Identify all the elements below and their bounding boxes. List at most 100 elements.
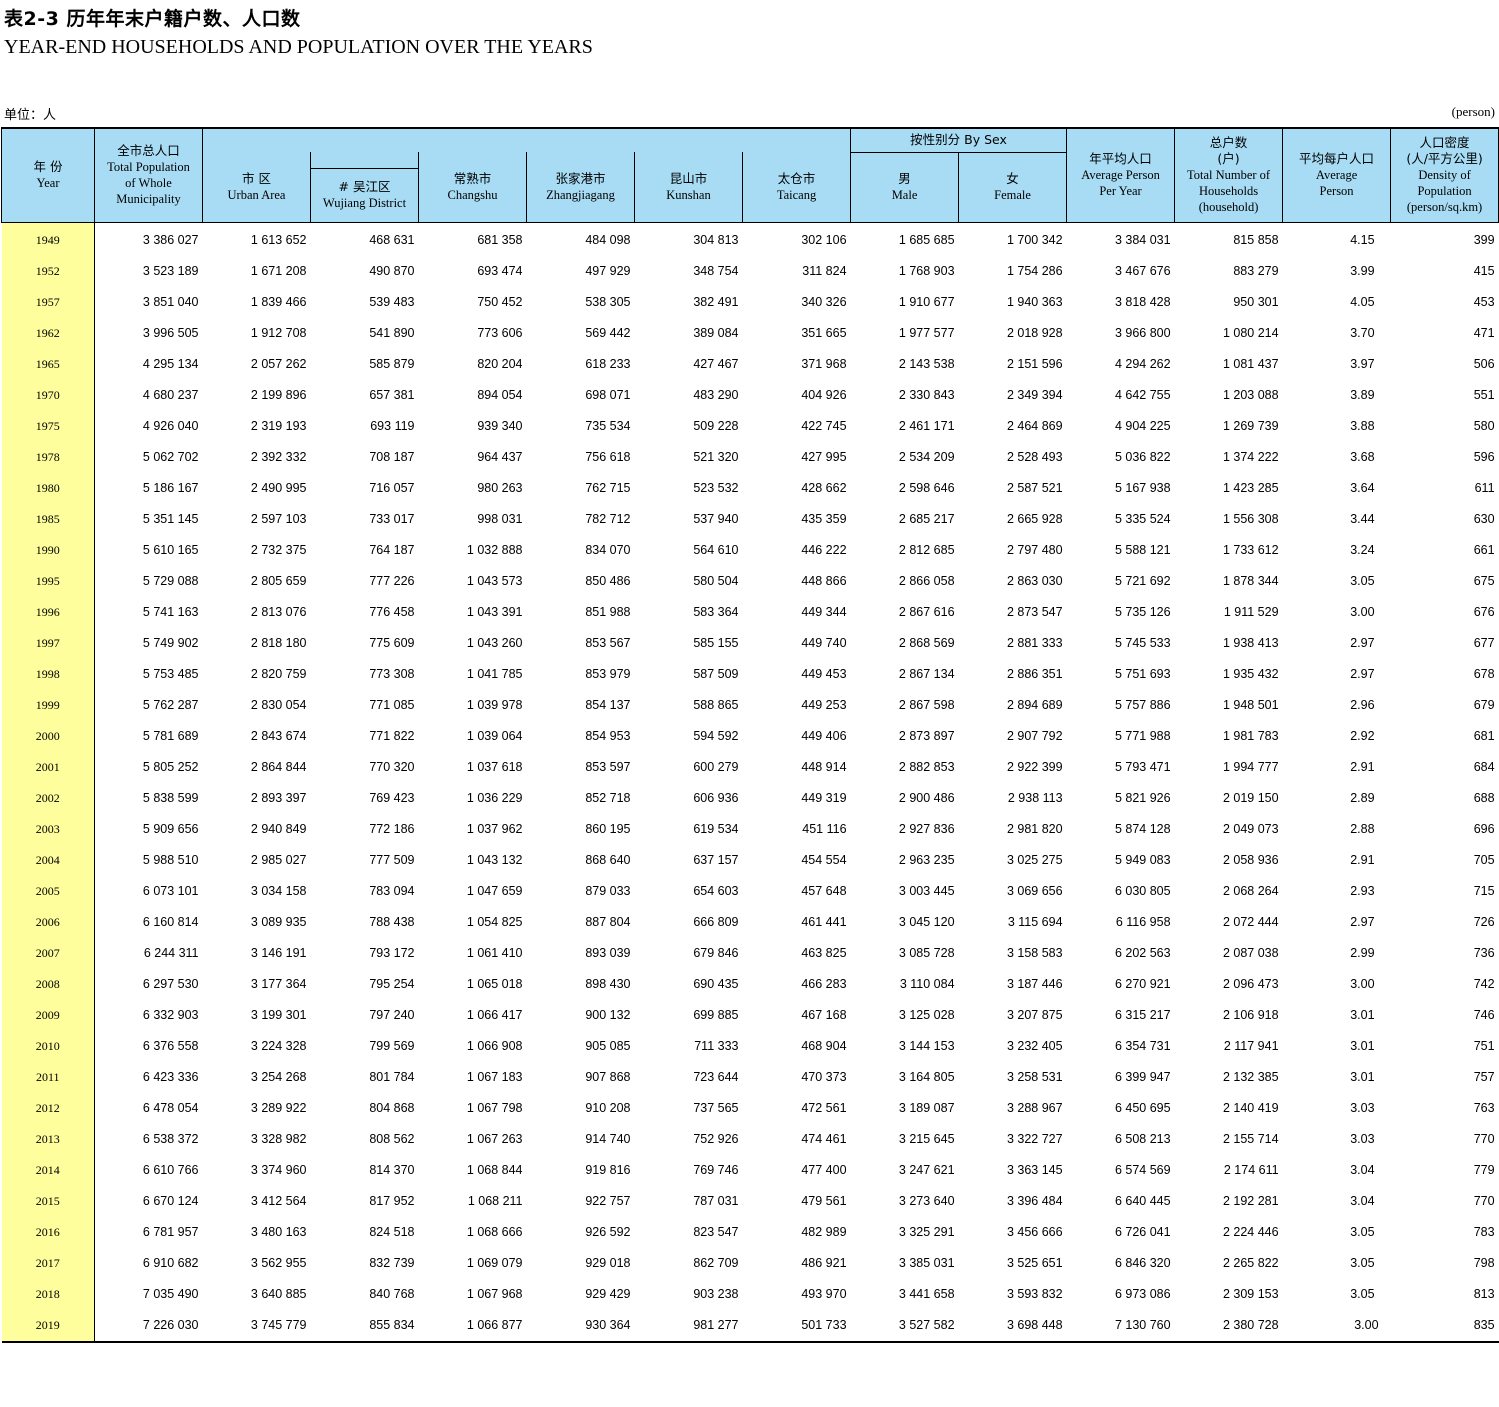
- year-cell: 2004: [1, 844, 95, 876]
- header-year: 年 份 Year: [1, 127, 95, 223]
- table-row: 1970 4 680 237 2 199 896 657 381 894 054 698 …: [1, 379, 1499, 411]
- table-cell: 1 940 363: [1006, 295, 1063, 309]
- table-cell: 681 358: [477, 233, 523, 247]
- table-cell: 3.05: [1350, 1287, 1375, 1301]
- table-cell: 770 320: [369, 760, 415, 774]
- table-cell: 1 043 260: [466, 636, 523, 650]
- table-cell: 771 085: [369, 698, 415, 712]
- table-cell: 3 273 640: [898, 1194, 955, 1208]
- table-cell: 2 805 659: [250, 574, 307, 588]
- table-cell: 2 490 995: [250, 481, 307, 495]
- table-cell: 964 437: [477, 450, 523, 464]
- table-cell: 2 309 153: [1222, 1287, 1279, 1301]
- table-cell: 769 423: [369, 791, 415, 805]
- table-cell: 448 866: [801, 574, 847, 588]
- table-cell: 501 733: [742, 1309, 851, 1343]
- table-cell: 6 116 958: [1115, 915, 1171, 929]
- year-cell: 1978: [1, 441, 95, 473]
- table-cell: 3.04: [1350, 1163, 1375, 1177]
- table-cell: 3.99: [1350, 264, 1375, 278]
- table-cell: 715: [1473, 884, 1495, 898]
- table-cell: 4.05: [1350, 295, 1375, 309]
- table-cell: 3 110 084: [899, 977, 955, 991]
- table-cell: 371 968: [801, 357, 847, 371]
- table-cell: 762 715: [585, 481, 631, 495]
- year-cell: 2001: [1, 751, 95, 783]
- table-cell: 1 068 211: [467, 1194, 523, 1208]
- header-urban-area: 市 区 Urban Area: [202, 152, 311, 223]
- table-cell: 2 863 030: [1006, 574, 1063, 588]
- table-cell: 2 866 058: [898, 574, 955, 588]
- table-cell: 2 907 792: [1006, 729, 1063, 743]
- table-cell: 764 187: [369, 543, 415, 557]
- table-cell: 2 528 493: [1006, 450, 1063, 464]
- table-cell: 2 464 869: [1006, 419, 1063, 433]
- table-cell: 2 049 073: [1222, 822, 1279, 836]
- table-cell: 3.89: [1350, 388, 1375, 402]
- table-cell: 733 017: [369, 512, 415, 526]
- table-cell: 735 534: [585, 419, 631, 433]
- table-cell: 804 868: [369, 1101, 415, 1115]
- table-cell: 852 718: [585, 791, 631, 805]
- table-row: 2015 6 670 124 3 412 564 817 952 1 068 211 92…: [1, 1185, 1499, 1217]
- table-cell: 801 784: [369, 1070, 415, 1084]
- table-cell: 914 740: [585, 1132, 631, 1146]
- table-cell: 3.44: [1350, 512, 1375, 526]
- table-cell: 1 068 844: [466, 1163, 523, 1177]
- table-cell: 2.91: [1350, 853, 1375, 867]
- table-cell: 6 610 766: [142, 1163, 199, 1177]
- table-cell: 2 881 333: [1006, 636, 1063, 650]
- year-cell: 2000: [1, 720, 95, 752]
- table-cell: 3.03: [1350, 1101, 1375, 1115]
- table-row: 2006 6 160 814 3 089 935 788 438 1 054 825 88…: [1, 906, 1499, 938]
- table-cell: 3 851 040: [142, 295, 199, 309]
- table-cell: 3 034 158: [250, 884, 307, 898]
- year-cell: 2007: [1, 937, 95, 969]
- table-cell: 2 018 928: [1006, 326, 1063, 340]
- table-cell: 3 254 268: [250, 1070, 307, 1084]
- table-cell: 3 125 028: [898, 1008, 955, 1022]
- table-cell: 1 037 962: [466, 822, 523, 836]
- table-cell: 2 873 897: [898, 729, 955, 743]
- table-cell: 746: [1473, 1008, 1495, 1022]
- table-row: 2000 5 781 689 2 843 674 771 822 1 039 064 85…: [1, 720, 1499, 752]
- table-cell: 449 406: [801, 729, 847, 743]
- table-row: 1999 5 762 287 2 830 054 771 085 1 039 978 85…: [1, 689, 1499, 721]
- table-cell: 2 893 397: [250, 791, 307, 805]
- table-cell: 606 936: [693, 791, 739, 805]
- table-cell: 783: [1473, 1225, 1495, 1239]
- table-cell: 2 830 054: [250, 698, 307, 712]
- table-cell: 750 452: [477, 295, 523, 309]
- table-cell: 486 921: [801, 1256, 847, 1270]
- table-cell: 6 399 947: [1114, 1070, 1171, 1084]
- table-cell: 1 839 466: [250, 295, 307, 309]
- table-cell: 583 364: [693, 605, 739, 619]
- table-row: 1995 5 729 088 2 805 659 777 226 1 043 573 85…: [1, 565, 1499, 597]
- header-wujiang-spacer: [310, 152, 419, 169]
- table-cell: 1 080 214: [1222, 326, 1279, 340]
- year-cell: 1998: [1, 658, 95, 690]
- table-cell: 399: [1473, 233, 1495, 247]
- table-cell: 1 912 708: [250, 326, 307, 340]
- table-row: 1957 3 851 040 1 839 466 539 483 750 452 538 …: [1, 286, 1499, 318]
- table-cell: 2 151 596: [1006, 357, 1063, 371]
- header-density: 人口密度 (人/平方公里) Density of Population (person/…: [1390, 127, 1499, 223]
- table-cell: 3 698 448: [958, 1309, 1067, 1343]
- table-cell: 5 781 689: [142, 729, 199, 743]
- table-cell: 5 793 471: [1114, 760, 1171, 774]
- table-cell: 3.64: [1350, 481, 1375, 495]
- table-cell: 851 988: [585, 605, 631, 619]
- table-row: 1975 4 926 040 2 319 193 693 119 939 340 735 …: [1, 410, 1499, 442]
- table-cell: 506: [1473, 357, 1495, 371]
- table-cell: 490 870: [369, 264, 415, 278]
- table-cell: 523 532: [693, 481, 739, 495]
- table-cell: 2 927 836: [898, 822, 955, 836]
- year-cell: 1980: [1, 472, 95, 504]
- table-cell: 779: [1473, 1163, 1495, 1177]
- table-cell: 5 167 938: [1114, 481, 1171, 495]
- table-cell: 726: [1473, 915, 1495, 929]
- table-cell: 770: [1473, 1132, 1495, 1146]
- table-cell: 4 680 237: [142, 388, 199, 402]
- header-changshu: 常熟市 Changshu: [418, 152, 527, 223]
- table-cell: 853 979: [585, 667, 631, 681]
